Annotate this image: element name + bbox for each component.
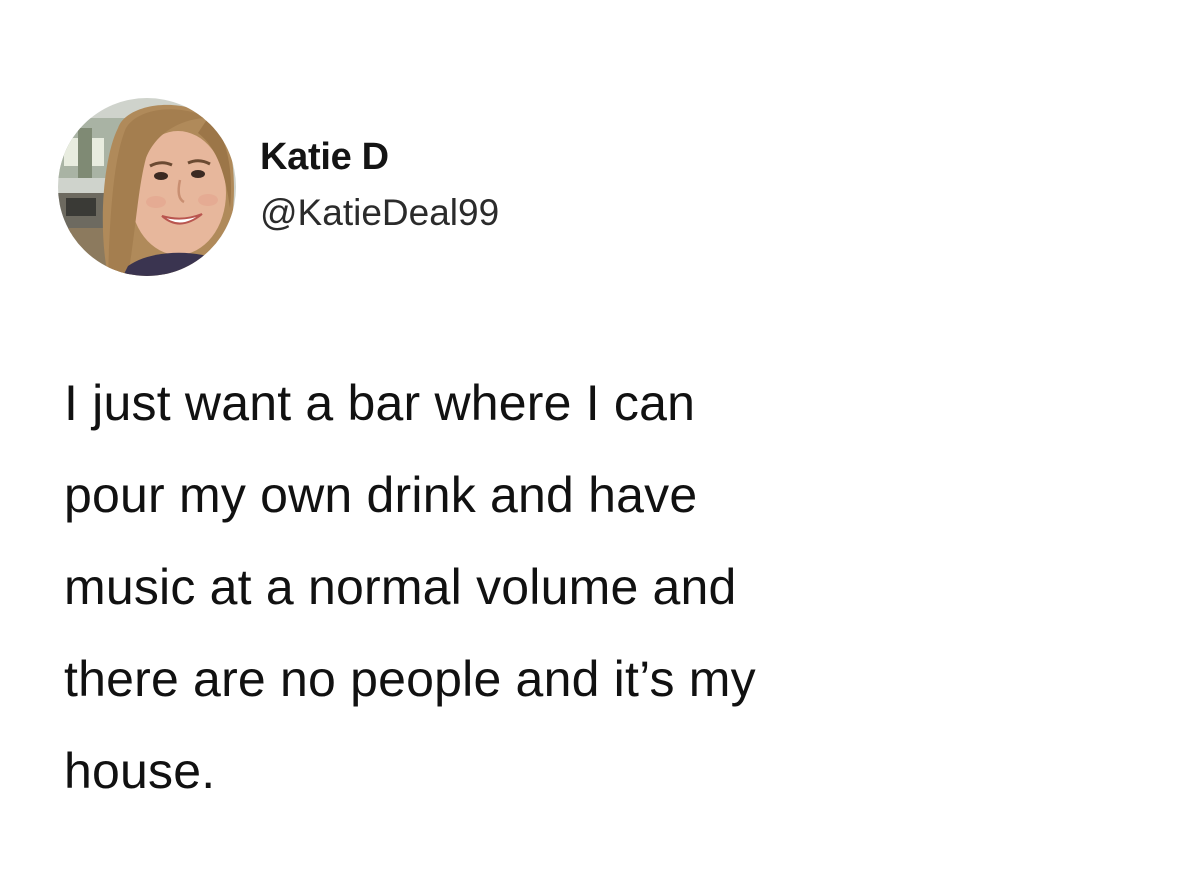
tweet-text-line: music at a normal volume and bbox=[64, 559, 737, 615]
tweet-text-line: I just want a bar where I can bbox=[64, 375, 696, 431]
profile-photo-avatar-icon bbox=[58, 98, 236, 276]
tweet-card: Katie D @KatieDeal99 I just want a bar w… bbox=[0, 0, 1179, 874]
tweet-text-line: pour my own drink and have bbox=[64, 467, 698, 523]
tweet-header: Katie D @KatieDeal99 bbox=[58, 98, 499, 276]
tweet-text-line: house. bbox=[64, 743, 216, 799]
author-display-name[interactable]: Katie D bbox=[260, 134, 499, 180]
tweet-text: I just want a bar where I can pour my ow… bbox=[64, 357, 1144, 817]
author-handle[interactable]: @KatieDeal99 bbox=[260, 190, 499, 236]
tweet-text-line: there are no people and it’s my bbox=[64, 651, 756, 707]
author-identity: Katie D @KatieDeal99 bbox=[260, 134, 499, 236]
avatar[interactable] bbox=[58, 98, 236, 276]
